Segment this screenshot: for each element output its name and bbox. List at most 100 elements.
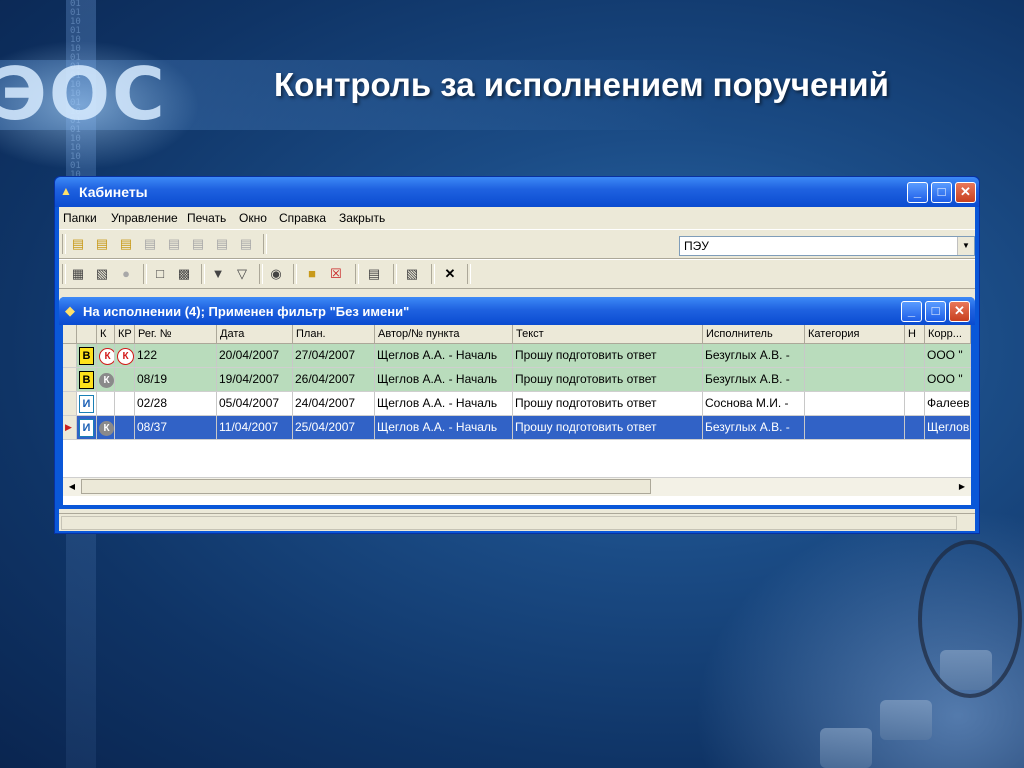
menu-print[interactable]: Печать — [187, 211, 226, 225]
row-kr — [115, 416, 135, 439]
delete-note-icon[interactable]: ☒ — [327, 265, 345, 283]
row-marker — [63, 368, 77, 391]
table-row[interactable]: И 02/28 05/04/2007 24/04/2007 Щеглов А.А… — [63, 392, 971, 416]
menubar: Папки Управление Печать Окно Справка Зак… — [59, 207, 975, 229]
window-title: Кабинеты — [79, 184, 148, 200]
filter-icon[interactable]: ▽ — [233, 265, 251, 283]
scrollbar-thumb[interactable] — [81, 479, 651, 494]
row-text: Прошу подготовить ответ — [513, 368, 703, 391]
folder-disabled-icon[interactable]: ▤ — [165, 235, 183, 253]
menu-close[interactable]: Закрыть — [339, 211, 385, 225]
folder-icon[interactable]: ▤ — [117, 235, 135, 253]
row-n — [905, 416, 925, 439]
filter-edit-icon[interactable]: ▼ — [209, 265, 227, 283]
table-row[interactable]: В К К 122 20/04/2007 27/04/2007 Щеглов А… — [63, 344, 971, 368]
header-text[interactable]: Текст — [513, 325, 703, 343]
header-category[interactable]: Категория — [805, 325, 905, 343]
toolbar-separator — [62, 234, 66, 254]
menu-manage[interactable]: Управление — [111, 211, 178, 225]
table-header: К КР Рег. № Дата План. Автор/№ пункта Те… — [63, 325, 971, 344]
menu-folders[interactable]: Папки — [63, 211, 97, 225]
header-reg[interactable]: Рег. № — [135, 325, 217, 343]
folder-icon[interactable]: ▤ — [69, 235, 87, 253]
window-client: Папки Управление Печать Окно Справка Зак… — [59, 207, 975, 531]
printer-icon[interactable]: ▧ — [403, 265, 421, 283]
row-reg: 08/19 — [135, 368, 217, 391]
binoculars-icon[interactable]: ◉ — [267, 265, 285, 283]
badge-v-icon: В — [79, 347, 94, 365]
menu-window[interactable]: Окно — [239, 211, 267, 225]
header-author[interactable]: Автор/№ пункта — [375, 325, 513, 343]
horizontal-scrollbar[interactable]: ◀ ▶ — [63, 477, 971, 496]
table-row[interactable]: В К 08/19 19/04/2007 26/04/2007 Щеглов А… — [63, 368, 971, 392]
note-icon[interactable]: ■ — [303, 265, 321, 283]
row-marker — [63, 344, 77, 367]
row-reg: 02/28 — [135, 392, 217, 415]
folder-disabled-icon[interactable]: ▤ — [237, 235, 255, 253]
header-executor[interactable]: Исполнитель — [703, 325, 805, 343]
inner-maximize-button[interactable]: □ — [925, 301, 946, 322]
toolbar-separator — [62, 264, 66, 284]
row-badge: И — [77, 392, 97, 415]
toolbar-separator — [467, 264, 471, 284]
row-category — [805, 368, 905, 391]
maximize-button[interactable]: □ — [931, 182, 952, 203]
row-author: Щеглов А.А. - Началь — [375, 368, 513, 391]
row-n — [905, 344, 925, 367]
row-n — [905, 368, 925, 391]
inner-minimize-button[interactable]: _ — [901, 301, 922, 322]
row-executor: Безуглых А.В. - — [703, 416, 805, 439]
row-n — [905, 392, 925, 415]
scroll-right-icon[interactable]: ▶ — [954, 479, 970, 495]
chevron-down-icon[interactable]: ▼ — [957, 237, 974, 255]
table-document-icon[interactable]: ▩ — [175, 265, 193, 283]
row-plan: 27/04/2007 — [293, 344, 375, 367]
close-button[interactable]: ✕ — [955, 182, 976, 203]
header-corr[interactable]: Корр... — [925, 325, 971, 343]
inner-window-titlebar[interactable]: ◆ На исполнении (4); Применен фильтр "Бе… — [59, 297, 975, 325]
control-mark-icon: К — [99, 348, 114, 365]
slide-title: Контроль за исполнением поручений — [274, 66, 889, 103]
toolbar-separator — [143, 264, 147, 284]
row-kr — [115, 392, 135, 415]
row-author: Щеглов А.А. - Началь — [375, 416, 513, 439]
folder-disabled-icon[interactable]: ▤ — [141, 235, 159, 253]
inner-close-button[interactable]: ✕ — [949, 301, 970, 322]
search-disabled-icon[interactable]: ● — [117, 265, 135, 283]
toolbar-actions: ▦ ▧ ● □ ▩ ▼ ▽ ◉ ■ ☒ ▤ ▧ ✕ — [59, 259, 975, 289]
header-badge — [77, 325, 97, 343]
row-badge: В — [77, 344, 97, 367]
toolbar-separator — [355, 264, 359, 284]
row-plan: 25/04/2007 — [293, 416, 375, 439]
row-reg: 08/37 — [135, 416, 217, 439]
row-k: К — [97, 368, 115, 391]
inner-window: ◆ На исполнении (4); Применен фильтр "Бе… — [59, 297, 975, 509]
header-n[interactable]: Н — [905, 325, 925, 343]
menu-help[interactable]: Справка — [279, 211, 326, 225]
new-document-icon[interactable]: □ — [151, 265, 169, 283]
folder-icon[interactable]: ▤ — [93, 235, 111, 253]
minimize-button[interactable]: _ — [907, 182, 928, 203]
main-window: ▲ Кабинеты _ □ ✕ Папки Управление Печать… — [54, 176, 980, 534]
folder-disabled-icon[interactable]: ▤ — [189, 235, 207, 253]
folder-disabled-icon[interactable]: ▤ — [213, 235, 231, 253]
document-icon[interactable]: ▦ — [69, 265, 87, 283]
document-edit-icon[interactable]: ▧ — [93, 265, 111, 283]
report-icon[interactable]: ▤ — [365, 265, 383, 283]
toolbar-separator — [201, 264, 205, 284]
window-titlebar[interactable]: ▲ Кабинеты _ □ ✕ — [55, 177, 979, 207]
header-kr[interactable]: КР — [115, 325, 135, 343]
toolbar-separator — [293, 264, 297, 284]
row-text: Прошу подготовить ответ — [513, 416, 703, 439]
toolbar-separator — [263, 234, 267, 254]
inner-window-client: К КР Рег. № Дата План. Автор/№ пункта Те… — [63, 325, 971, 505]
table-row-selected[interactable]: ▶ И К 08/37 11/04/2007 25/04/2007 Щеглов… — [63, 416, 971, 440]
close-icon[interactable]: ✕ — [441, 265, 459, 283]
header-k[interactable]: К — [97, 325, 115, 343]
scroll-left-icon[interactable]: ◀ — [64, 479, 80, 495]
header-plan[interactable]: План. — [293, 325, 375, 343]
row-reg: 122 — [135, 344, 217, 367]
row-corr: ООО " — [925, 368, 971, 391]
header-date[interactable]: Дата — [217, 325, 293, 343]
cabinet-select[interactable]: ПЭУ ▼ — [679, 236, 975, 256]
